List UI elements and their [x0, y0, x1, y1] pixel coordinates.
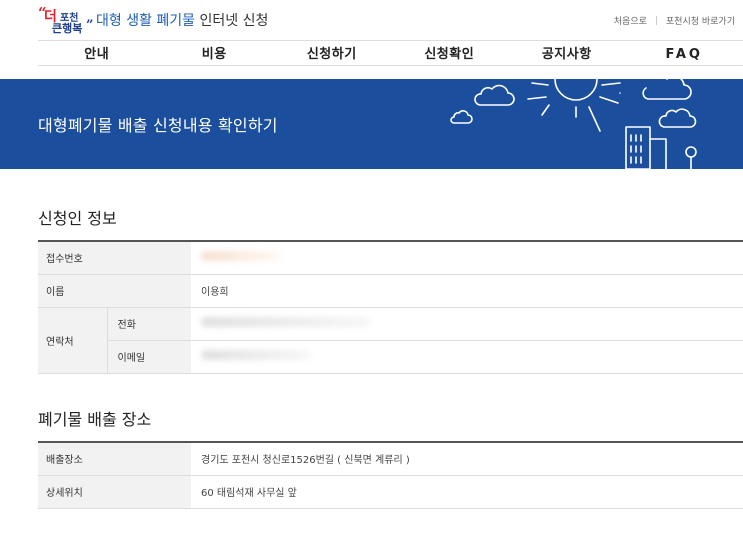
banner-illustration	[450, 79, 697, 169]
logo-mark: “ 더 포천 큰행복 ”	[38, 4, 96, 35]
location-section-title: 폐기물 배출 장소	[38, 410, 152, 429]
receipt-number-label: 접수번호	[38, 241, 191, 275]
site-title-highlight: 대형 생활 폐기물	[96, 13, 196, 29]
building-icon	[625, 126, 667, 169]
applicant-section-title: 신청인 정보	[38, 209, 117, 228]
nav-item-check[interactable]: 신청확인	[391, 41, 509, 65]
detail-location-value: 60 태림석재 사무실 앞	[191, 475, 743, 509]
table-row: 배출장소 경기도 포천시 청신로1526번길 ( 신북면 계류리 )	[38, 442, 743, 476]
nav-item-guide[interactable]: 안내	[38, 41, 156, 65]
place-value: 경기도 포천시 청신로1526번길 ( 신북면 계류리 )	[191, 442, 743, 476]
site-title-rest: 인터넷 신청	[195, 13, 269, 29]
logo-quote-close: ”	[86, 18, 94, 33]
sun-icon	[527, 79, 621, 132]
page-title: 대형폐기물 배출 신청내용 확인하기	[38, 116, 278, 135]
nav-item-cost[interactable]: 비용	[156, 41, 274, 65]
phone-label: 전화	[106, 307, 191, 341]
utility-links: 처음으로 포천시청 바로가기	[614, 14, 735, 27]
util-divider	[655, 16, 657, 25]
site-title: 대형 생활 폐기물 인터넷 신청	[96, 10, 268, 34]
cloud-icon	[642, 79, 692, 100]
main-nav: 안내 비용 신청하기 신청확인 공지사항 FAQ	[38, 40, 743, 66]
place-label: 배출장소	[38, 442, 191, 476]
cloud-icon	[658, 108, 697, 128]
home-link[interactable]: 처음으로	[614, 14, 647, 27]
nav-item-notice[interactable]: 공지사항	[508, 41, 626, 65]
redacted-value	[201, 350, 311, 360]
name-value: 이용희	[191, 274, 743, 308]
email-label: 이메일	[106, 340, 191, 374]
table-row: 이메일	[38, 340, 743, 374]
nav-item-apply[interactable]: 신청하기	[273, 41, 391, 65]
table-row: 연락처 전화	[38, 307, 743, 374]
cloud-icon	[450, 110, 473, 124]
detail-location-label: 상세위치	[38, 475, 191, 509]
redacted-value	[201, 317, 371, 327]
name-label: 이름	[38, 274, 191, 308]
logo-keun: 큰행복	[52, 22, 83, 35]
site-logo[interactable]: “ 더 포천 큰행복 ” 대형 생활 폐기물 인터넷 신청	[38, 4, 268, 35]
city-hall-link[interactable]: 포천시청 바로가기	[666, 14, 735, 27]
top-bar: “ 더 포천 큰행복 ” 대형 생활 폐기물 인터넷 신청 처음으로 포천시청 …	[0, 0, 743, 40]
page-banner: 대형폐기물 배출 신청내용 확인하기	[0, 79, 743, 169]
applicant-info-table: 접수번호 이름 이용희 연락처 전화 이메일	[38, 240, 743, 374]
nav-item-faq[interactable]: FAQ	[626, 41, 743, 65]
table-row: 이름 이용희	[38, 274, 743, 308]
location-info-table: 배출장소 경기도 포천시 청신로1526번길 ( 신북면 계류리 ) 상세위치 …	[38, 441, 743, 509]
phone-value	[191, 307, 743, 341]
receipt-number-value	[191, 241, 743, 275]
table-row: 상세위치 60 태림석재 사무실 앞	[38, 475, 743, 509]
email-value	[191, 340, 743, 374]
contact-label: 연락처	[38, 307, 107, 374]
tree-icon	[685, 146, 697, 169]
table-row: 접수번호	[38, 241, 743, 275]
redacted-value	[201, 251, 281, 262]
cloud-icon	[474, 84, 515, 106]
